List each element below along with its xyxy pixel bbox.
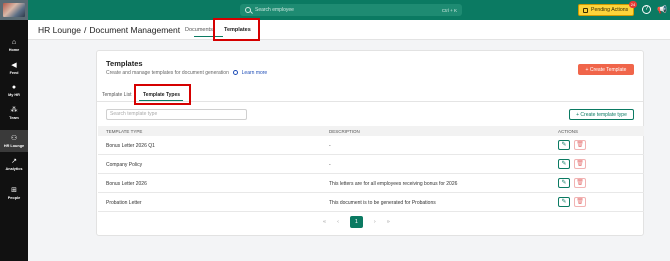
- team-icon: ⁂: [10, 106, 18, 114]
- cell-description: This letters are for all employees recei…: [329, 181, 458, 187]
- page-header: HR Lounge / Document Management Documents …: [28, 20, 670, 40]
- create-template-button[interactable]: + Create Template: [578, 64, 634, 75]
- sidebar-item-my-hr[interactable]: ● My HR: [0, 79, 28, 101]
- company-logo[interactable]: [0, 0, 28, 20]
- home-icon: ⌂: [11, 38, 17, 46]
- trash-icon[interactable]: 🗑: [574, 159, 586, 169]
- org-chart-icon: ⊞: [11, 186, 17, 194]
- edit-pencil-icon[interactable]: ✎: [558, 178, 570, 188]
- sidebar-item-team[interactable]: ⁂ Team: [0, 102, 28, 124]
- person-icon: ●: [11, 83, 17, 91]
- sidebar-item-label: Analytics: [5, 166, 23, 171]
- megaphone-icon[interactable]: 📢: [657, 5, 667, 14]
- table-row: Company Policy - ✎ 🗑: [98, 155, 644, 174]
- edit-pencil-icon[interactable]: ✎: [558, 140, 570, 150]
- search-placeholder: Search employee: [255, 7, 294, 13]
- table-row: Bonus Letter 2026 Q1 - ✎ 🗑: [98, 136, 644, 155]
- employee-search[interactable]: Search employee Ctrl + K: [240, 4, 462, 16]
- sidebar-item-label: Feed: [9, 70, 19, 75]
- sidebar-item-label: Team: [9, 115, 19, 120]
- logo-image: [3, 3, 25, 17]
- learn-more-link[interactable]: Learn more: [242, 70, 268, 76]
- pagination: « ‹ 1 › »: [323, 216, 390, 228]
- search-icon: [245, 7, 251, 13]
- sidebar-item-label: Home: [8, 47, 20, 52]
- edit-pencil-icon[interactable]: ✎: [558, 159, 570, 169]
- sidebar: ⌂ Home ◀ Feed ● My HR ⁂ Team ⚇ HR Lounge…: [0, 20, 28, 261]
- cell-description: -: [329, 162, 331, 168]
- next-page-button[interactable]: ›: [374, 219, 376, 225]
- trash-icon[interactable]: 🗑: [574, 140, 586, 150]
- sidebar-item-label: HR Lounge: [3, 143, 25, 148]
- sidebar-item-hr-lounge[interactable]: ⚇ HR Lounge: [0, 130, 28, 152]
- subtitle-text: Create and manage templates for document…: [106, 70, 229, 76]
- clipboard-icon: [583, 7, 588, 13]
- last-page-button[interactable]: »: [387, 219, 390, 225]
- sidebar-item-label: People: [7, 195, 21, 200]
- pending-actions-label: Pending Actions: [591, 7, 629, 13]
- cell-template-type: Bonus Letter 2026: [106, 181, 147, 187]
- card-title: Templates: [106, 59, 143, 68]
- cell-template-type: Bonus Letter 2026 Q1: [106, 143, 155, 149]
- people-settings-icon: ⚇: [10, 134, 18, 142]
- table-row: Probation Letter This document is to be …: [98, 193, 644, 212]
- sidebar-item-label: My HR: [8, 92, 20, 97]
- column-header-description: Description: [329, 129, 360, 134]
- cell-template-type: Probation Letter: [106, 200, 142, 206]
- sidebar-item-feed[interactable]: ◀ Feed: [0, 57, 28, 79]
- top-bar: Search employee Ctrl + K Pending Actions…: [0, 0, 670, 20]
- chart-icon: ↗: [11, 157, 17, 165]
- template-types-table: Template Type Description Actions Bonus …: [98, 126, 644, 212]
- create-template-type-button[interactable]: + Create template type: [569, 109, 634, 120]
- cell-description: -: [329, 143, 331, 149]
- breadcrumb-root[interactable]: HR Lounge: [38, 25, 81, 35]
- trash-icon[interactable]: 🗑: [574, 197, 586, 207]
- trash-icon[interactable]: 🗑: [574, 178, 586, 188]
- templates-card: Templates Create and manage templates fo…: [96, 50, 644, 236]
- pending-count-badge: 24: [629, 1, 637, 8]
- first-page-button[interactable]: «: [323, 219, 326, 225]
- prev-page-button[interactable]: ‹: [337, 219, 339, 225]
- column-header-actions: Actions: [558, 129, 579, 134]
- cell-description: This document is to be generated for Pro…: [329, 200, 436, 206]
- table-row: Bonus Letter 2026 This letters are for a…: [98, 174, 644, 193]
- card-subtitle: Create and manage templates for document…: [106, 70, 267, 76]
- edit-pencil-icon[interactable]: ✎: [558, 197, 570, 207]
- table-header: Template Type Description Actions: [98, 126, 644, 136]
- tab-template-list[interactable]: Template List: [102, 92, 131, 98]
- page-number-current[interactable]: 1: [349, 216, 363, 228]
- sidebar-item-people[interactable]: ⊞ People: [0, 182, 28, 204]
- search-shortcut: Ctrl + K: [441, 7, 457, 13]
- highlight-box-templates-tab: [213, 18, 260, 41]
- help-circle-icon[interactable]: ?: [642, 5, 651, 14]
- info-icon: [233, 70, 239, 75]
- breadcrumb-separator: /: [84, 25, 87, 35]
- sidebar-item-analytics[interactable]: ↗ Analytics: [0, 153, 28, 175]
- pending-actions-button[interactable]: Pending Actions 24: [578, 1, 637, 16]
- sidebar-item-home[interactable]: ⌂ Home: [0, 34, 28, 56]
- tab-documents[interactable]: Documents: [185, 27, 213, 33]
- megaphone-icon: ◀: [11, 61, 17, 69]
- highlight-box-template-types-tab: [134, 84, 191, 105]
- breadcrumb-current: Document Management: [89, 25, 181, 35]
- cell-template-type: Company Policy: [106, 162, 143, 168]
- template-type-search-input[interactable]: Search template type: [106, 109, 247, 120]
- column-header-type: Template Type: [106, 129, 143, 134]
- breadcrumb: HR Lounge / Document Management: [38, 25, 180, 35]
